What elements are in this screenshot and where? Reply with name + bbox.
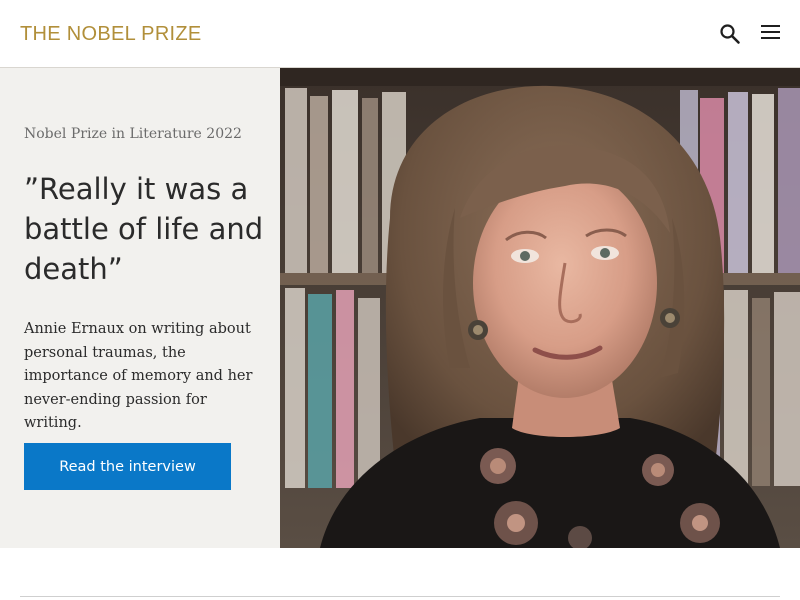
hero-headline[interactable]: ”Really it was a battle of life and deat… <box>24 169 264 289</box>
menu-button[interactable] <box>760 22 782 42</box>
hero-portrait-image[interactable] <box>280 68 800 548</box>
section-divider <box>20 596 780 597</box>
portrait-illustration <box>280 68 800 548</box>
site-logo[interactable]: THE NOBEL PRIZE <box>20 20 202 48</box>
hero-summary: Annie Ernaux on writing about personal t… <box>24 321 253 431</box>
site-header: THE NOBEL PRIZE <box>0 0 800 68</box>
prize-category-label: Nobel Prize in Literature 2022 <box>24 126 242 142</box>
search-button[interactable] <box>718 22 742 46</box>
read-interview-button[interactable]: Read the interview <box>24 443 231 490</box>
search-icon <box>720 24 740 44</box>
hamburger-menu-icon <box>761 25 780 39</box>
hero-text-panel: Nobel Prize in Literature 2022 ”Really i… <box>0 68 280 548</box>
